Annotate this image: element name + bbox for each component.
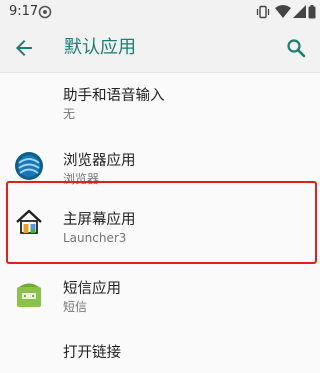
highlight-box bbox=[6, 181, 317, 264]
item-label: 浏览器应用 bbox=[63, 153, 136, 169]
back-arrow-icon[interactable] bbox=[12, 36, 36, 60]
battery-icon bbox=[308, 5, 316, 19]
page-title: 默认应用 bbox=[64, 37, 136, 58]
list-item-assistant[interactable]: 助手和语音输入 无 bbox=[0, 72, 320, 128]
sms-android-icon bbox=[17, 283, 41, 307]
app-bar: 默认应用 bbox=[0, 24, 320, 73]
browser-globe-icon bbox=[15, 152, 43, 180]
vibrate-icon bbox=[256, 5, 270, 19]
status-bar: 9:17 bbox=[0, 0, 320, 24]
item-summary: 短信 bbox=[63, 300, 88, 314]
search-icon[interactable] bbox=[284, 36, 308, 60]
wifi-icon bbox=[275, 5, 291, 18]
status-time: 9:17 bbox=[9, 4, 39, 19]
item-label: 助手和语音输入 bbox=[63, 88, 165, 104]
signal-icon bbox=[293, 5, 306, 18]
item-summary: 无 bbox=[63, 107, 76, 121]
list-item-open-links[interactable]: 打开链接 bbox=[0, 330, 320, 373]
item-label: 短信应用 bbox=[63, 281, 121, 297]
item-label: 打开链接 bbox=[63, 345, 121, 361]
list-item-sms[interactable]: 短信应用 短信 bbox=[0, 270, 320, 326]
status-notification-icon bbox=[38, 5, 52, 19]
